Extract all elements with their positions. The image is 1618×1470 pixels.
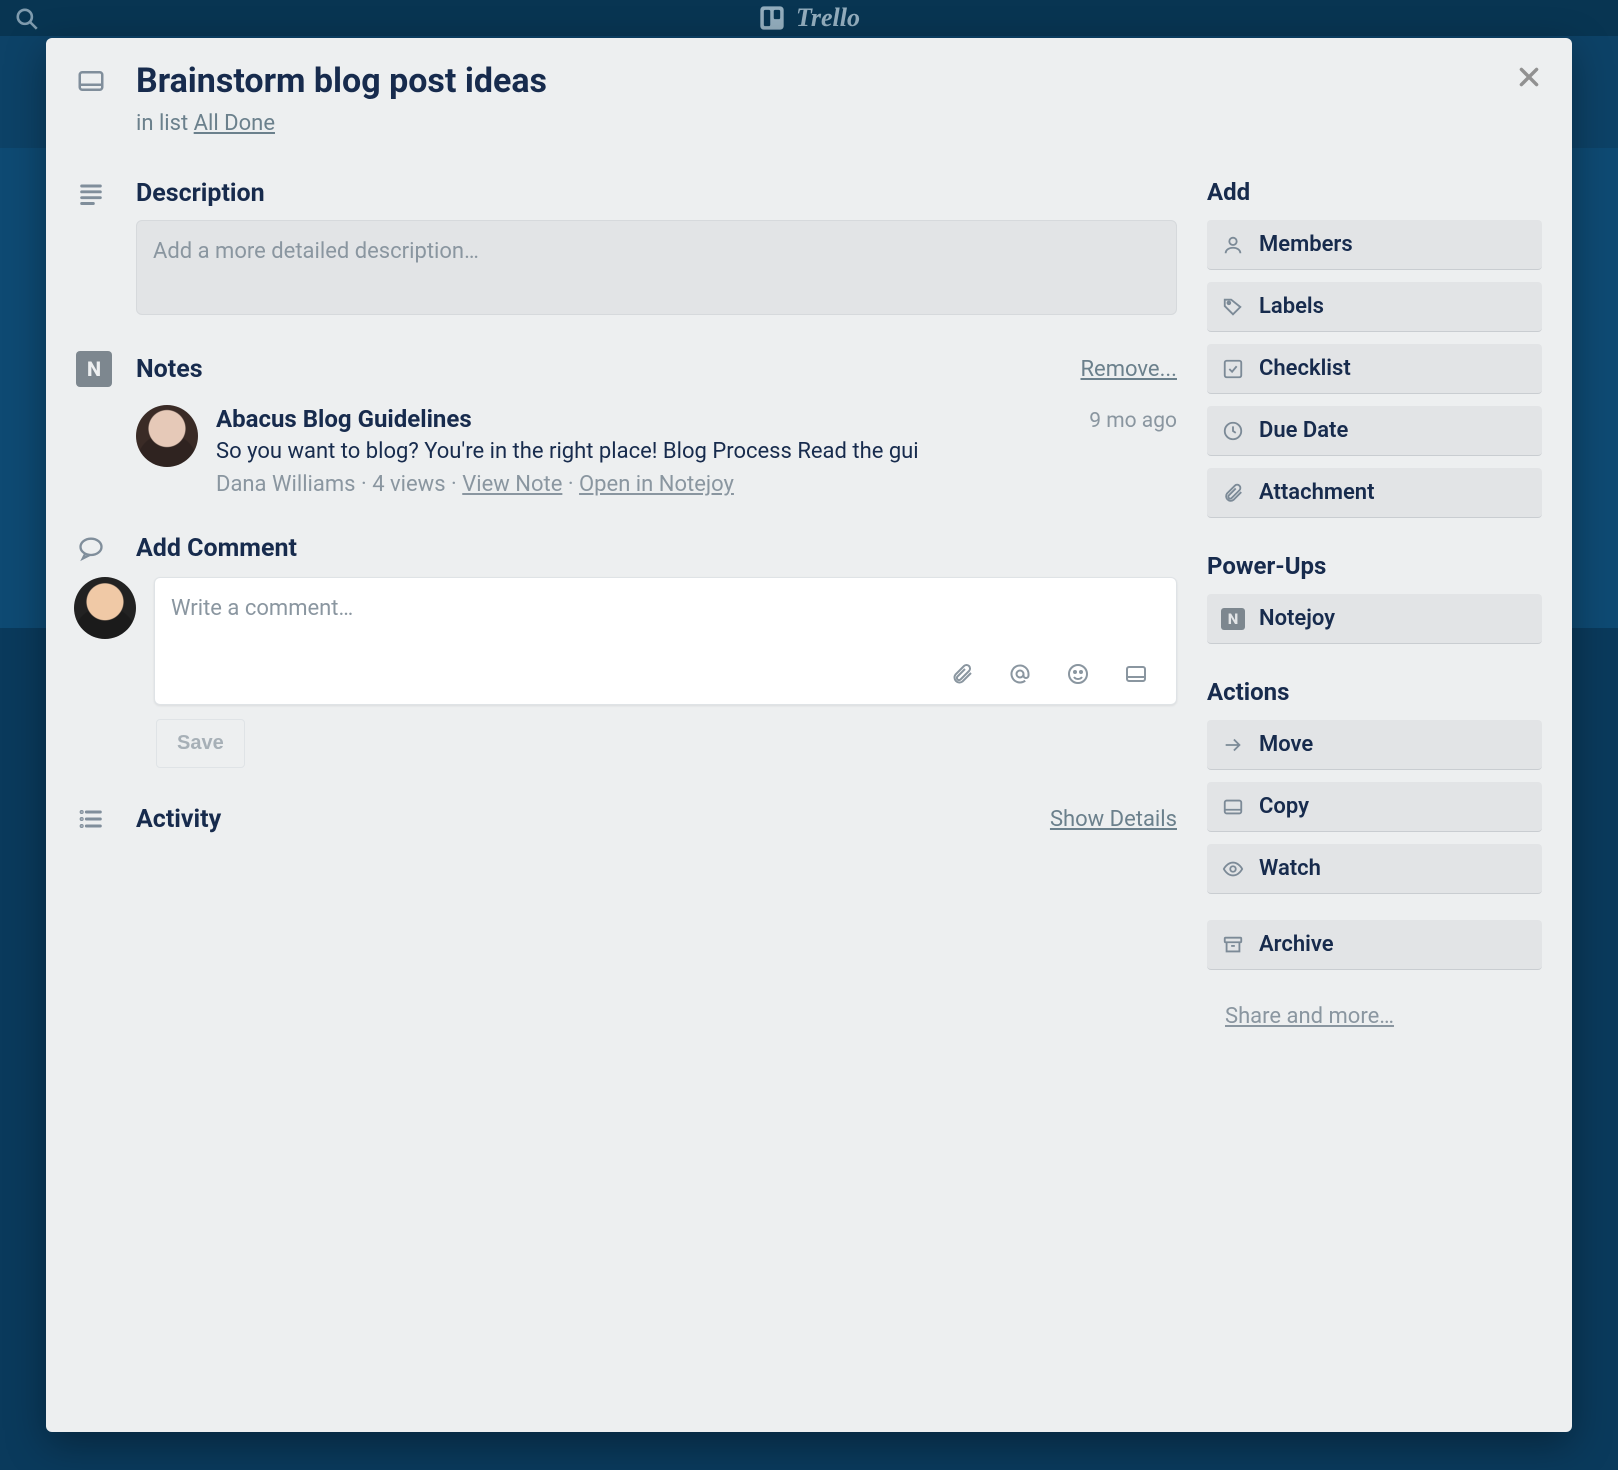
checklist-button[interactable]: Checklist — [1207, 344, 1542, 394]
note-timestamp: 9 mo ago — [1089, 409, 1177, 433]
add-comment-heading: Add Comment — [136, 534, 297, 563]
trello-logo[interactable]: Trello — [758, 3, 860, 33]
note-item: Abacus Blog Guidelines 9 mo ago So you w… — [136, 405, 1177, 497]
clock-icon — [1221, 419, 1245, 443]
comment-icon — [76, 533, 106, 563]
archive-icon — [1221, 933, 1245, 957]
note-snippet: So you want to blog? You're in the right… — [216, 439, 1177, 464]
attachment-button[interactable]: Attachment — [1207, 468, 1542, 518]
note-views: 4 views — [372, 472, 445, 497]
members-button[interactable]: Members — [1207, 220, 1542, 270]
notejoy-button[interactable]: N Notejoy — [1207, 594, 1542, 644]
labels-icon — [1221, 295, 1245, 319]
note-author: Dana Williams — [216, 472, 356, 497]
powerups-heading: Power-Ups — [1207, 552, 1542, 580]
checklist-label: Checklist — [1259, 356, 1351, 381]
due-date-label: Due Date — [1259, 418, 1348, 443]
mention-icon[interactable] — [1006, 660, 1034, 688]
comment-box[interactable] — [154, 577, 1177, 705]
notes-heading: Notes — [136, 355, 203, 384]
note-author-avatar[interactable] — [136, 405, 198, 467]
list-link[interactable]: All Done — [194, 111, 275, 136]
card-icon — [76, 66, 106, 96]
in-list-prefix: in list — [136, 111, 194, 136]
card-list-location: in list All Done — [136, 111, 1482, 136]
description-icon — [76, 178, 106, 208]
watch-label: Watch — [1259, 856, 1321, 881]
close-button[interactable] — [1512, 60, 1546, 94]
move-label: Move — [1259, 732, 1313, 757]
notejoy-icon: N — [76, 351, 112, 387]
watch-button[interactable]: Watch — [1207, 844, 1542, 894]
description-input[interactable]: Add a more detailed description… — [136, 220, 1177, 315]
eye-icon — [1221, 857, 1245, 881]
copy-label: Copy — [1259, 794, 1309, 819]
add-heading: Add — [1207, 178, 1542, 206]
description-heading: Description — [136, 179, 265, 208]
notejoy-label: Notejoy — [1259, 606, 1335, 631]
emoji-icon[interactable] — [1064, 660, 1092, 688]
current-user-avatar[interactable] — [74, 577, 136, 639]
description-placeholder: Add a more detailed description… — [153, 239, 479, 264]
card-modal: Brainstorm blog post ideas in list All D… — [46, 38, 1572, 1432]
arrow-right-icon — [1221, 733, 1245, 757]
copy-button[interactable]: Copy — [1207, 782, 1542, 832]
note-meta: Dana Williams · 4 views · View Note · Op… — [216, 472, 1177, 497]
save-comment-button[interactable]: Save — [156, 719, 245, 768]
archive-label: Archive — [1259, 932, 1334, 957]
checklist-icon — [1221, 357, 1245, 381]
card-small-icon[interactable] — [1122, 660, 1150, 688]
labels-label: Labels — [1259, 294, 1324, 319]
move-button[interactable]: Move — [1207, 720, 1542, 770]
due-date-button[interactable]: Due Date — [1207, 406, 1542, 456]
card-title[interactable]: Brainstorm blog post ideas — [136, 62, 1482, 101]
view-note-link[interactable]: View Note — [462, 472, 562, 497]
members-icon — [1221, 233, 1245, 257]
show-details-link[interactable]: Show Details — [1050, 807, 1177, 832]
app-topbar: Trello — [0, 0, 1618, 36]
brand-name: Trello — [796, 3, 860, 33]
actions-heading: Actions — [1207, 678, 1542, 706]
share-and-more-link[interactable]: Share and more… — [1225, 1004, 1394, 1029]
notejoy-small-icon: N — [1221, 608, 1245, 630]
activity-heading: Activity — [136, 805, 221, 834]
attachment-icon — [1221, 481, 1245, 505]
attach-icon[interactable] — [948, 660, 976, 688]
note-title[interactable]: Abacus Blog Guidelines — [216, 405, 472, 433]
notes-remove-link[interactable]: Remove... — [1081, 357, 1178, 382]
labels-button[interactable]: Labels — [1207, 282, 1542, 332]
open-in-notejoy-link[interactable]: Open in Notejoy — [579, 472, 734, 497]
copy-icon — [1221, 795, 1245, 819]
members-label: Members — [1259, 232, 1353, 257]
comment-input[interactable] — [171, 596, 1160, 646]
attachment-label: Attachment — [1259, 480, 1374, 505]
activity-icon — [76, 804, 106, 834]
search-icon[interactable] — [14, 6, 40, 32]
archive-button[interactable]: Archive — [1207, 920, 1542, 970]
